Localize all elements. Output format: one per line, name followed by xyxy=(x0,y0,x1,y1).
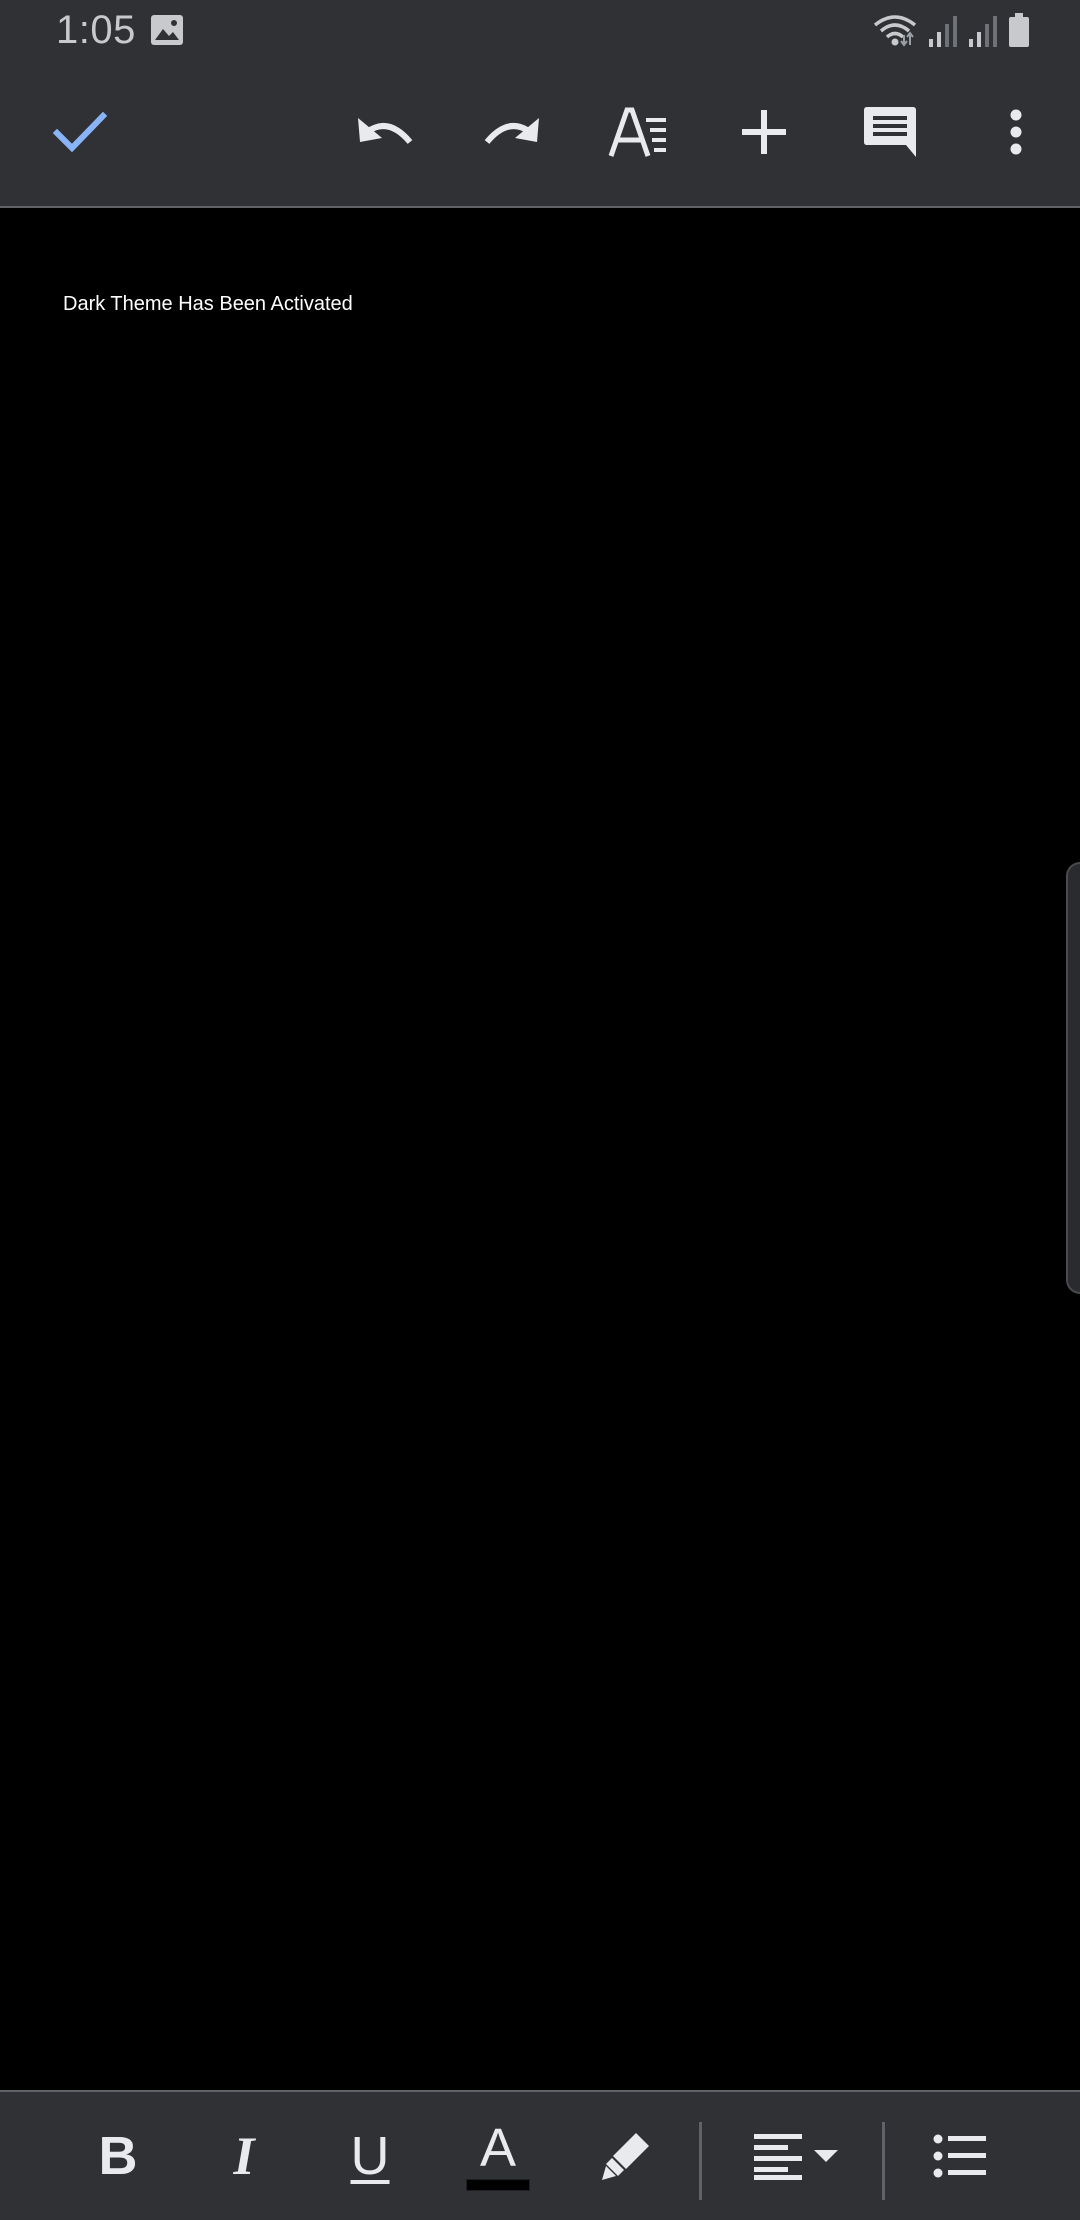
status-time: 1:05 xyxy=(56,8,136,52)
italic-icon: I xyxy=(233,2126,255,2186)
text-color-button[interactable]: A xyxy=(456,2114,540,2198)
undo-button[interactable] xyxy=(350,96,422,168)
bold-icon: B xyxy=(98,2126,138,2186)
bold-button[interactable]: B xyxy=(76,2114,160,2198)
toolbar-divider xyxy=(699,2122,702,2200)
scroll-handle[interactable] xyxy=(1066,862,1080,1294)
align-button[interactable] xyxy=(748,2114,844,2198)
underline-icon: U xyxy=(350,2126,390,2186)
done-button[interactable] xyxy=(44,96,116,168)
status-bar: 1:05 xyxy=(0,0,1080,64)
signal-icon xyxy=(928,15,958,52)
battery-icon xyxy=(1008,13,1030,52)
text-format-button[interactable] xyxy=(602,96,674,168)
more-options-button[interactable] xyxy=(980,96,1052,168)
editing-toolbar xyxy=(0,64,1080,208)
comment-button[interactable] xyxy=(854,96,926,168)
document-body-text[interactable]: Dark Theme Has Been Activated xyxy=(63,293,353,316)
comment-icon xyxy=(864,107,916,157)
format-bar: B I U A xyxy=(0,2090,1080,2220)
bulleted-list-icon xyxy=(933,2134,986,2178)
wifi-icon xyxy=(872,13,918,52)
highlighter-icon xyxy=(602,2133,649,2180)
more-vert-icon xyxy=(1010,109,1022,155)
document-canvas[interactable]: Dark Theme Has Been Activated xyxy=(0,208,1080,2090)
insert-button[interactable] xyxy=(728,96,800,168)
screen: 1:05 Dark Theme Has Been Activated B I U… xyxy=(0,0,1080,2220)
align-left-icon xyxy=(754,2134,838,2180)
redo-icon xyxy=(484,118,539,144)
check-icon xyxy=(52,111,108,153)
toolbar-divider xyxy=(882,2122,885,2200)
text-color-swatch xyxy=(466,2179,530,2191)
signal-icon xyxy=(968,15,998,52)
gallery-icon xyxy=(150,14,184,46)
text-format-icon xyxy=(608,107,666,157)
redo-button[interactable] xyxy=(475,96,547,168)
underline-button[interactable]: U xyxy=(328,2114,412,2198)
italic-button[interactable]: I xyxy=(202,2114,286,2198)
text-color-icon: A xyxy=(479,2118,517,2178)
status-icons xyxy=(872,12,1030,52)
undo-icon xyxy=(358,118,413,144)
highlight-button[interactable] xyxy=(584,2114,668,2198)
plus-icon xyxy=(742,110,786,154)
bulleted-list-button[interactable] xyxy=(918,2114,1002,2198)
